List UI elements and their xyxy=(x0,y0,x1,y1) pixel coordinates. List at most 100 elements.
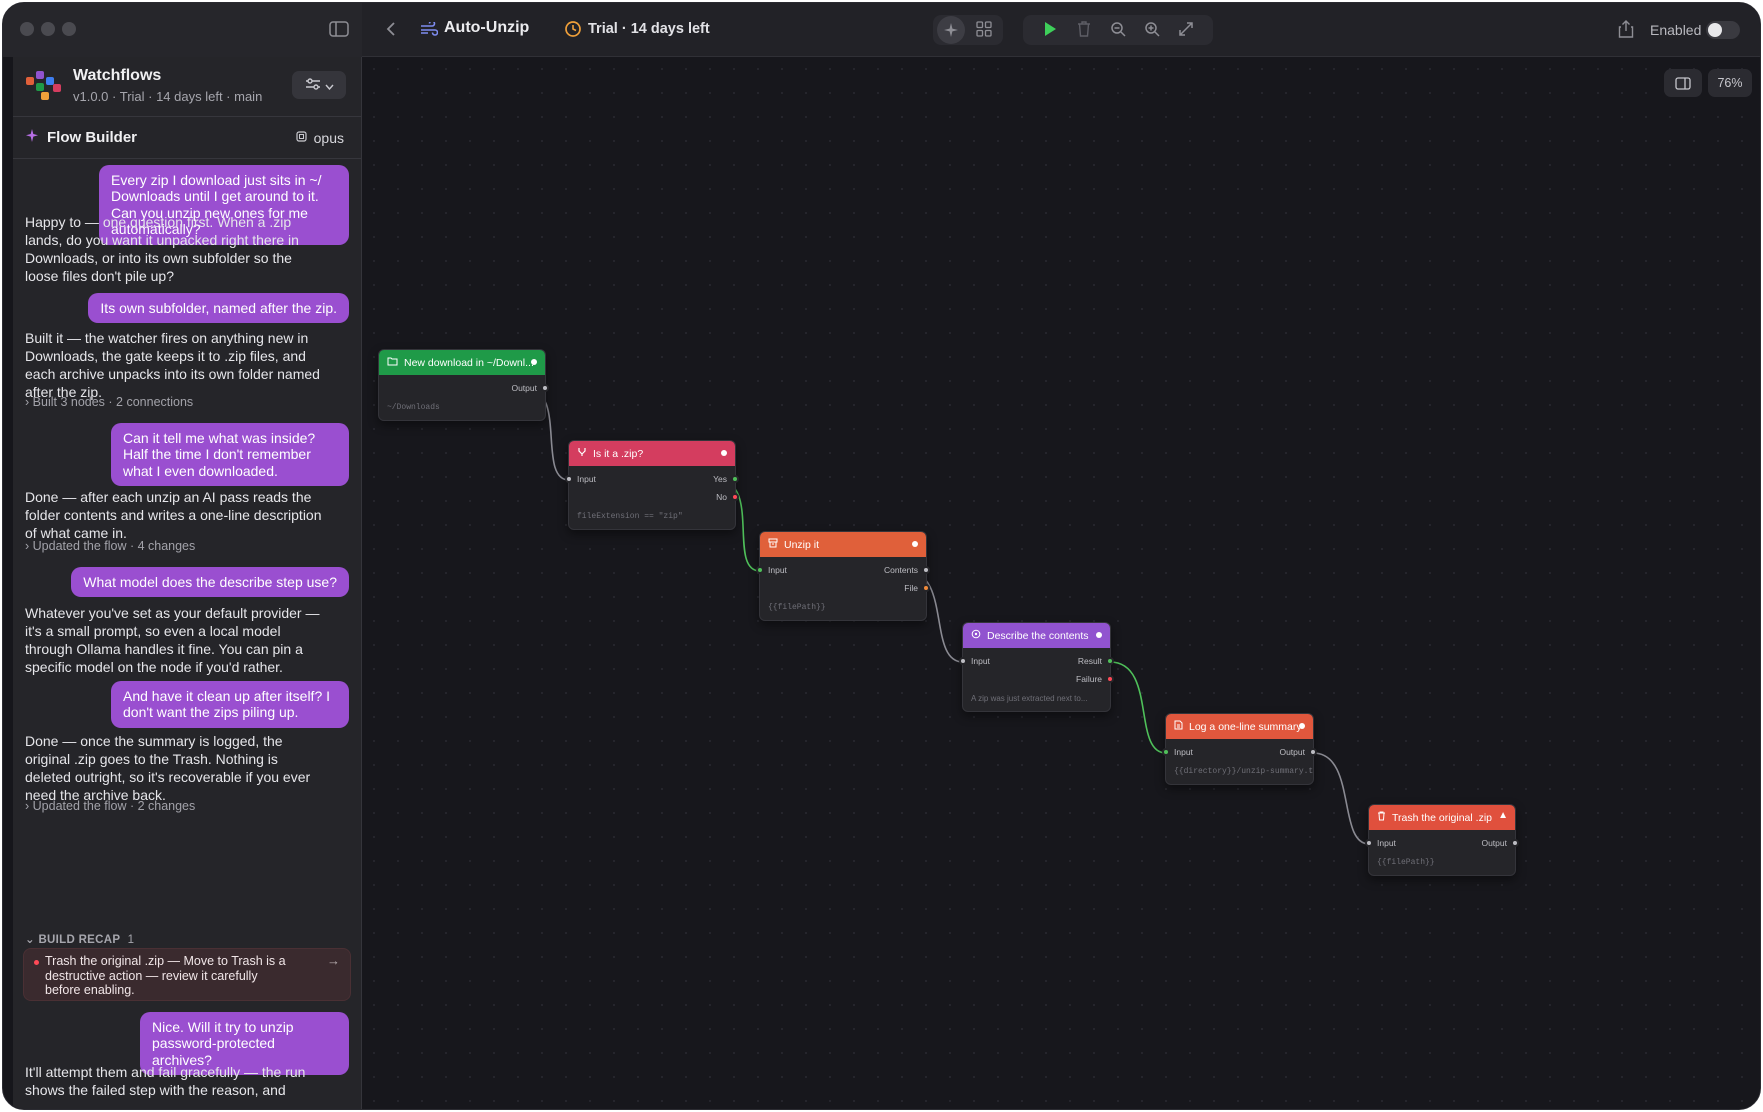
build-summary-toggle[interactable]: › Built 3 nodes · 2 connections xyxy=(25,395,193,409)
file-port-label: File xyxy=(904,583,918,593)
assistant-message: Happy to — one question first. When a .z… xyxy=(25,214,299,284)
trash-icon[interactable] xyxy=(1072,17,1096,41)
node-trigger-new-download[interactable]: New download in ~/Downl... Output ~/Down… xyxy=(378,349,549,421)
error-dot-icon xyxy=(34,960,39,965)
zoom-window-button[interactable] xyxy=(62,22,76,36)
edge-describe-to-log xyxy=(1109,661,1167,754)
toggle-sidebar-icon[interactable] xyxy=(327,17,351,41)
output-port-handle[interactable] xyxy=(541,384,549,392)
failure-port-handle[interactable] xyxy=(1106,675,1114,683)
chevron-down-icon xyxy=(324,78,334,93)
no-port-label: No xyxy=(716,492,727,502)
ai-sparkle-icon[interactable] xyxy=(937,16,965,44)
yes-port-handle[interactable] xyxy=(731,475,739,483)
node-header: Unzip it xyxy=(760,532,926,557)
result-port-handle[interactable] xyxy=(1106,657,1114,665)
node-unzip-it[interactable]: Unzip it Input Contents File {{filePath}… xyxy=(756,531,930,621)
assistant-message: Built it — the watcher fires on anything… xyxy=(25,330,320,400)
output-port-handle[interactable] xyxy=(1511,839,1519,847)
node-describe-contents[interactable]: Describe the contents Input Result Failu… xyxy=(959,622,1114,712)
output-port-label: Output xyxy=(511,383,537,393)
node-config-preview: {{directory}}/unzip-summary.txt xyxy=(1174,767,1313,776)
app-header: Watchflows v1.0.0 · Trial · 14 days left… xyxy=(13,57,361,117)
node-title: Unzip it xyxy=(784,538,820,551)
output-port-label: Output xyxy=(1481,838,1507,848)
ai-brain-icon xyxy=(971,629,981,642)
node-header: New download in ~/Downl... xyxy=(379,350,545,375)
back-chevron-icon[interactable] xyxy=(379,17,403,41)
input-port-handle[interactable] xyxy=(756,566,764,574)
input-port-handle[interactable] xyxy=(565,475,573,483)
node-gate-is-zip[interactable]: Is it a .zip? Input Yes No fileExtension… xyxy=(565,440,739,530)
chip-icon xyxy=(295,130,308,146)
share-icon[interactable] xyxy=(1614,17,1638,41)
chat-thread: Every zip I download just sits in ~/ Dow… xyxy=(13,159,361,1109)
port-row: Input Output xyxy=(1365,834,1519,852)
node-log-summary[interactable]: Log a one-line summary Input Output {{di… xyxy=(1162,713,1317,785)
enabled-label: Enabled xyxy=(1650,22,1702,38)
enabled-toggle[interactable] xyxy=(1706,21,1740,39)
flow-builder-title: Flow Builder xyxy=(47,129,137,146)
input-port-handle[interactable] xyxy=(1365,839,1373,847)
build-summary-toggle[interactable]: › Updated the flow · 2 changes xyxy=(25,799,195,813)
input-port-handle[interactable] xyxy=(959,657,967,665)
output-port-handle[interactable] xyxy=(1309,748,1317,756)
sparkle-icon xyxy=(25,128,41,148)
run-play-icon[interactable] xyxy=(1038,17,1062,41)
fit-view-icon[interactable] xyxy=(1174,17,1198,41)
node-title: Describe the contents xyxy=(987,629,1089,642)
connection-edges xyxy=(526,388,1370,845)
input-port-label: Input xyxy=(577,474,596,484)
contents-port-handle[interactable] xyxy=(922,566,930,574)
build-summary-label: Updated the flow · 4 changes xyxy=(32,539,196,553)
yes-port-label: Yes xyxy=(713,474,727,484)
trash-icon xyxy=(1377,811,1386,824)
port-row: Input Contents xyxy=(756,561,930,579)
assistant-message: Done — once the summary is logged, the o… xyxy=(25,733,311,803)
zoom-level[interactable]: 76% xyxy=(1708,69,1752,97)
title-bar: Auto-Unzip Trial · 14 days left Enabled xyxy=(3,3,1760,57)
arrow-right-icon: → xyxy=(327,953,340,968)
zoom-out-icon[interactable] xyxy=(1106,17,1130,41)
zoom-in-icon[interactable] xyxy=(1140,17,1164,41)
port-row: Input Output xyxy=(1162,743,1317,761)
settings-menu-button[interactable] xyxy=(292,71,346,99)
status-dot xyxy=(721,450,727,456)
file-port-handle[interactable] xyxy=(922,584,930,592)
node-trash-original[interactable]: Trash the original .zip ▲ Input Output {… xyxy=(1365,804,1519,876)
flow-canvas[interactable]: 76% New download in ~/Downl... Output ~/… xyxy=(362,57,1760,1109)
port-row: Input Result xyxy=(959,652,1114,670)
branch-icon xyxy=(577,447,587,460)
assistant-message: Whatever you've set as your default prov… xyxy=(25,605,320,675)
warning-triangle-icon: ▲ xyxy=(1498,810,1508,821)
no-port-handle[interactable] xyxy=(731,493,739,501)
build-recap-header[interactable]: ⌄ BUILD RECAP 1 xyxy=(25,932,134,946)
output-port-row: Output xyxy=(379,379,549,397)
input-port-label: Input xyxy=(971,656,990,666)
node-title: Log a one-line summary xyxy=(1189,720,1302,733)
app-logo-icon xyxy=(26,71,62,101)
port-row: File xyxy=(760,579,930,597)
chevron-down-icon: ⌄ xyxy=(25,934,35,946)
build-recap-count: 1 xyxy=(127,934,135,946)
panel-toggle-button[interactable] xyxy=(1664,69,1702,97)
status-dot xyxy=(531,359,537,365)
clock-icon xyxy=(561,17,585,41)
port-row: Input Yes xyxy=(565,470,739,488)
minimize-window-button[interactable] xyxy=(41,22,55,36)
trial-badge[interactable]: Trial · 14 days left xyxy=(588,21,710,37)
chevron-right-icon: › xyxy=(25,395,30,409)
input-port-handle[interactable] xyxy=(1162,748,1170,756)
sliders-icon xyxy=(305,77,321,93)
node-config-preview: {{filePath}} xyxy=(1377,858,1435,867)
user-message: Can it tell me what was inside? Half the… xyxy=(111,423,349,487)
grid-view-icon[interactable] xyxy=(972,17,996,41)
close-window-button[interactable] xyxy=(20,22,34,36)
recap-warning-card[interactable]: Trash the original .zip — Move to Trash … xyxy=(23,948,351,1001)
build-summary-toggle[interactable]: › Updated the flow · 4 changes xyxy=(25,539,195,553)
app-version-meta: v1.0.0 · Trial · 14 days left · main xyxy=(73,89,263,104)
flow-name: Auto-Unzip xyxy=(444,19,530,36)
assistant-message: It'll attempt them and fail gracefully —… xyxy=(25,1064,306,1098)
app-window: Auto-Unzip Trial · 14 days left Enabled … xyxy=(2,2,1761,1110)
model-selector[interactable]: opus xyxy=(295,130,344,146)
